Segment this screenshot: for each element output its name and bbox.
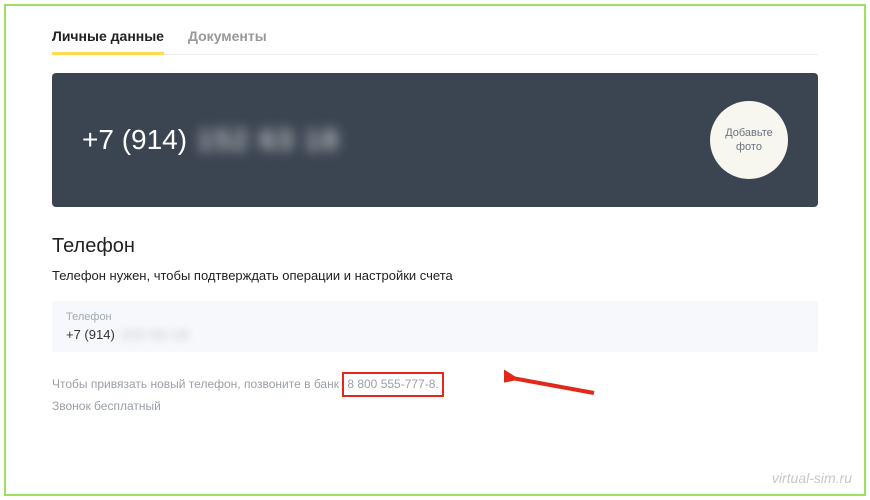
section-title-phone: Телефон: [52, 235, 818, 258]
tab-documents[interactable]: Документы: [188, 28, 267, 54]
profile-banner: +7 (914) 152 63 18 Добавьте фото: [52, 73, 818, 207]
note-line2: Звонок бесплатный: [52, 399, 161, 413]
note-text: Чтобы привязать новый телефон, позвоните…: [52, 372, 818, 416]
tabs: Личные данные Документы: [52, 28, 818, 55]
banner-phone-prefix: +7 (914): [82, 124, 187, 156]
phone-field-prefix: +7 (914): [66, 327, 115, 342]
banner-phone: +7 (914) 152 63 18: [82, 124, 340, 156]
tab-personal[interactable]: Личные данные: [52, 28, 164, 54]
add-photo-button[interactable]: Добавьте фото: [710, 101, 788, 179]
phone-field-value: +7 (914) 152-63-18: [66, 327, 804, 342]
phone-field-hidden: 152-63-18: [121, 327, 189, 342]
note-phone-highlight: 8 800 555-777-8.: [342, 372, 443, 397]
watermark: virtual-sim.ru: [772, 470, 852, 486]
banner-phone-hidden: 152 63 18: [197, 124, 340, 156]
avatar-line1: Добавьте: [725, 126, 773, 140]
arrow-annotation-icon: [504, 368, 604, 402]
phone-field[interactable]: Телефон +7 (914) 152-63-18: [52, 301, 818, 352]
phone-field-label: Телефон: [66, 311, 804, 323]
avatar-line2: фото: [725, 140, 773, 154]
section-desc-phone: Телефон нужен, чтобы подтверждать операц…: [52, 268, 818, 283]
note-part1: Чтобы привязать новый телефон, позвоните…: [52, 377, 339, 391]
